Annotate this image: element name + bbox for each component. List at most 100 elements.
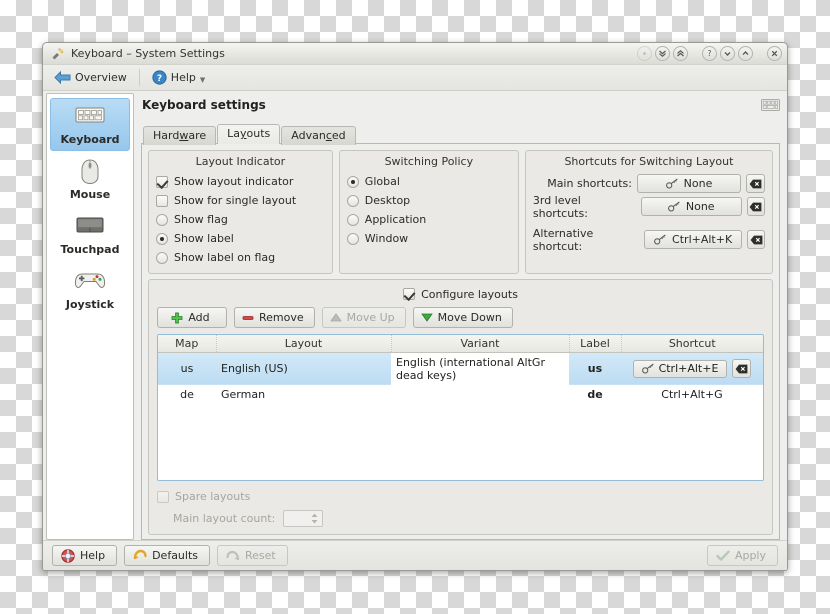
option-show-for-single-layout[interactable]: Show for single layout [156, 191, 325, 210]
sidebar-item-label: Mouse [69, 188, 111, 201]
touchpad-icon [73, 213, 107, 240]
remove-layout-button[interactable]: Remove [234, 307, 315, 328]
third-level-shortcuts-row: 3rd level shortcuts: None [532, 193, 765, 220]
table-row[interactable]: de German de Ctrl+Alt+G [158, 385, 763, 404]
mouse-icon [73, 158, 107, 185]
reset-undo-icon [226, 549, 240, 563]
help-menu-button[interactable]: ? Help ▼ [147, 68, 210, 87]
move-down-button[interactable]: Move Down [412, 307, 513, 328]
row-shortcut-controls: Ctrl+Alt+E [626, 359, 758, 378]
radio[interactable] [346, 232, 359, 245]
clear-third-level-shortcut-button[interactable] [746, 197, 765, 216]
cell-layout: English (US) [216, 352, 391, 385]
overview-label: Overview [75, 71, 127, 84]
clear-row-shortcut-button[interactable] [732, 359, 752, 378]
switching-policy-group: Switching Policy Global Desktop Applicat… [338, 150, 519, 274]
radio[interactable] [346, 194, 359, 207]
shade-down-button[interactable] [655, 46, 670, 61]
clear-alternative-shortcut-button[interactable] [747, 230, 765, 249]
defaults-button[interactable]: Defaults [124, 545, 211, 566]
configure-layouts-option[interactable]: Configure layouts [403, 285, 518, 304]
add-layout-label: Add [188, 311, 210, 324]
configure-layouts-row[interactable]: Configure layouts [157, 285, 764, 303]
alternative-shortcut-row: Alternative shortcut: Ctrl+Alt+K [533, 227, 765, 253]
cell-label: de [587, 387, 603, 401]
sidebar-item-label: Joystick [65, 298, 115, 311]
defaults-label: Defaults [152, 549, 199, 562]
sidebar-item-joystick[interactable]: Joystick [50, 263, 130, 316]
shade-up-button[interactable] [673, 46, 688, 61]
column-header-map[interactable]: Map [158, 335, 217, 353]
configure-layouts-group: Configure layouts Add Remove Move Up Mov… [148, 279, 773, 535]
overview-button[interactable]: Overview [49, 68, 132, 87]
triangle-up-icon [329, 312, 342, 323]
plus-icon [171, 312, 183, 324]
window-body: Keyboard Mouse Touchpad Joystick Keyboar… [43, 91, 787, 540]
policy-desktop[interactable]: Desktop [346, 191, 511, 210]
column-header-variant[interactable]: Variant [391, 335, 570, 353]
tab-advanced[interactable]: Advanced [281, 126, 356, 145]
third-level-shortcuts-value: None [685, 200, 715, 213]
close-button[interactable] [767, 46, 782, 61]
tab-layouts[interactable]: Layouts [217, 124, 281, 144]
stepper-arrows-icon [310, 512, 319, 525]
sidebar-item-keyboard[interactable]: Keyboard [50, 98, 130, 151]
policy-global[interactable]: Global [346, 172, 511, 191]
radio[interactable] [346, 175, 359, 188]
option-label: Show for single layout [174, 194, 297, 207]
tab-hardware[interactable]: Hardware [143, 126, 217, 145]
checkbox[interactable] [156, 194, 168, 207]
key-icon [641, 363, 655, 374]
option-show-layout-indicator[interactable]: Show layout indicator [156, 172, 325, 191]
help-button[interactable]: ? [702, 46, 717, 61]
alternative-shortcut-button[interactable]: Ctrl+Alt+K [644, 230, 743, 249]
third-level-shortcuts-button[interactable]: None [640, 197, 742, 216]
cell-variant[interactable]: English (international AltGr dead keys) [391, 352, 569, 385]
titlebar[interactable]: Keyboard – System Settings ? [43, 43, 787, 65]
option-label: Global [364, 175, 400, 188]
cell-label[interactable]: us [569, 352, 621, 385]
add-layout-button[interactable]: Add [157, 307, 227, 328]
sidebar-item-mouse[interactable]: Mouse [50, 153, 130, 206]
checkbox[interactable] [156, 175, 168, 188]
radio[interactable] [156, 232, 168, 245]
option-label: Show flag [174, 213, 228, 226]
group-title: Layout Indicator [195, 155, 286, 168]
main-layout-count-row: Main layout count: [157, 510, 764, 527]
cell-layout: German [221, 387, 266, 401]
column-header-label[interactable]: Label [569, 335, 622, 353]
radio[interactable] [346, 213, 359, 226]
third-level-shortcuts-label: 3rd level shortcuts: [532, 193, 588, 220]
checkbox [157, 490, 169, 503]
row-shortcut-button[interactable]: Ctrl+Alt+E [632, 359, 728, 378]
window-controls: ? [637, 46, 782, 61]
policy-window[interactable]: Window [346, 229, 511, 248]
option-show-flag[interactable]: Show flag [156, 210, 325, 229]
table-row[interactable]: us English (US) English (international A… [158, 352, 763, 385]
toolbar: Overview ? Help ▼ [43, 65, 787, 91]
cell-shortcut: Ctrl+Alt+E [621, 352, 763, 385]
checkbox[interactable] [403, 288, 416, 300]
group-title: Switching Policy [384, 155, 474, 168]
radio[interactable] [156, 213, 168, 226]
policy-application[interactable]: Application [346, 210, 511, 229]
column-header-layout[interactable]: Layout [216, 335, 392, 353]
clear-main-shortcut-button[interactable] [746, 174, 765, 193]
main-shortcuts-label: Main shortcuts: [547, 177, 632, 190]
window-title: Keyboard – System Settings [71, 47, 225, 60]
option-show-label[interactable]: Show label [156, 229, 325, 248]
minimize-button[interactable] [720, 46, 735, 61]
main-shortcuts-button[interactable]: None [637, 174, 741, 193]
option-label: Show label on flag [174, 251, 276, 264]
window-menu-button[interactable] [637, 46, 652, 61]
sidebar-item-touchpad[interactable]: Touchpad [50, 208, 130, 261]
column-header-shortcut[interactable]: Shortcut [621, 335, 763, 353]
svg-text:?: ? [708, 49, 712, 58]
maximize-button[interactable] [738, 46, 753, 61]
help-lifering-icon [61, 548, 75, 563]
option-show-label-on-flag[interactable]: Show label on flag [156, 248, 325, 267]
page-title: Keyboard settings [142, 98, 266, 112]
radio[interactable] [156, 251, 168, 264]
move-up-button: Move Up [321, 307, 406, 328]
help-button-footer[interactable]: Help [52, 545, 118, 566]
